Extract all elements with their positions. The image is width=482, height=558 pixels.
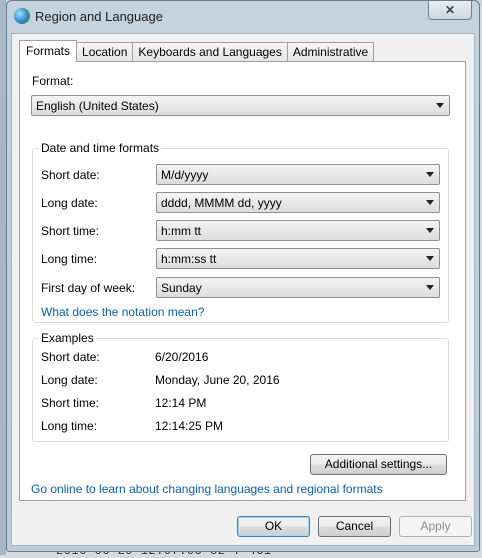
chevron-down-icon <box>426 285 434 290</box>
short-date-label: Short date: <box>41 168 100 182</box>
short-date-value: M/d/yyyy <box>161 168 209 182</box>
date-time-formats-group: Date and time formats Short date: M/d/yy… <box>32 141 449 323</box>
tab-formats[interactable]: Formats <box>19 40 78 62</box>
example-short-time-value: 12:14 PM <box>155 396 207 410</box>
short-time-label: Short time: <box>41 224 100 238</box>
short-time-value: h:mm tt <box>161 224 202 238</box>
example-long-date-value: Monday, June 20, 2016 <box>155 373 280 387</box>
formats-panel: Format: English (United States) Date and… <box>19 61 466 501</box>
long-time-label: Long time: <box>41 252 98 266</box>
window-title: Region and Language <box>35 9 163 24</box>
long-date-value: dddd, MMMM dd, yyyy <box>161 196 282 210</box>
format-label: Format: <box>32 74 74 88</box>
example-long-time-label: Long time: <box>41 419 98 433</box>
examples-title: Examples <box>39 331 96 345</box>
chevron-down-icon <box>426 172 434 177</box>
notation-help-link[interactable]: What does the notation mean? <box>41 305 204 319</box>
example-long-time-value: 12:14:25 PM <box>155 419 224 433</box>
short-date-dropdown[interactable]: M/d/yyyy <box>156 164 440 185</box>
ok-button[interactable]: OK <box>237 516 310 537</box>
examples-group: Examples Short date: 6/20/2016 Long date… <box>32 331 449 442</box>
tab-location[interactable]: Location <box>76 42 134 62</box>
chevron-down-icon <box>426 256 434 261</box>
title-bar[interactable]: Region and Language ✕ <box>7 1 479 33</box>
apply-button[interactable]: Apply <box>399 516 472 537</box>
date-time-formats-title: Date and time formats <box>39 141 162 155</box>
example-short-date-label: Short date: <box>41 350 100 364</box>
long-time-dropdown[interactable]: h:mm:ss tt <box>156 248 440 269</box>
first-day-of-week-dropdown[interactable]: Sunday <box>156 277 440 298</box>
chevron-down-icon <box>436 103 444 108</box>
region-and-language-dialog: Region and Language ✕ Formats Location K… <box>6 0 480 552</box>
tab-administrative[interactable]: Administrative <box>286 42 375 62</box>
online-help-link[interactable]: Go online to learn about changing langua… <box>31 482 383 496</box>
example-short-time-label: Short time: <box>41 396 100 410</box>
long-time-value: h:mm:ss tt <box>161 252 217 266</box>
chevron-down-icon <box>426 200 434 205</box>
close-button[interactable]: ✕ <box>428 1 472 20</box>
close-icon: ✕ <box>444 3 456 17</box>
dialog-client-area: Formats Location Keyboards and Languages… <box>11 33 475 546</box>
long-date-label: Long date: <box>41 196 98 210</box>
globe-icon <box>14 8 30 24</box>
format-dropdown[interactable]: English (United States) <box>31 95 450 116</box>
short-time-dropdown[interactable]: h:mm tt <box>156 220 440 241</box>
format-dropdown-value: English (United States) <box>36 99 159 113</box>
first-day-of-week-label: First day of week: <box>41 281 136 295</box>
tab-strip: Formats Location Keyboards and Languages… <box>19 40 375 62</box>
tab-keyboards-and-languages[interactable]: Keyboards and Languages <box>132 42 288 62</box>
first-day-of-week-value: Sunday <box>161 281 202 295</box>
chevron-down-icon <box>426 228 434 233</box>
example-long-date-label: Long date: <box>41 373 98 387</box>
long-date-dropdown[interactable]: dddd, MMMM dd, yyyy <box>156 192 440 213</box>
additional-settings-button[interactable]: Additional settings... <box>310 454 447 475</box>
example-short-date-value: 6/20/2016 <box>155 350 209 364</box>
cancel-button[interactable]: Cancel <box>318 516 391 537</box>
